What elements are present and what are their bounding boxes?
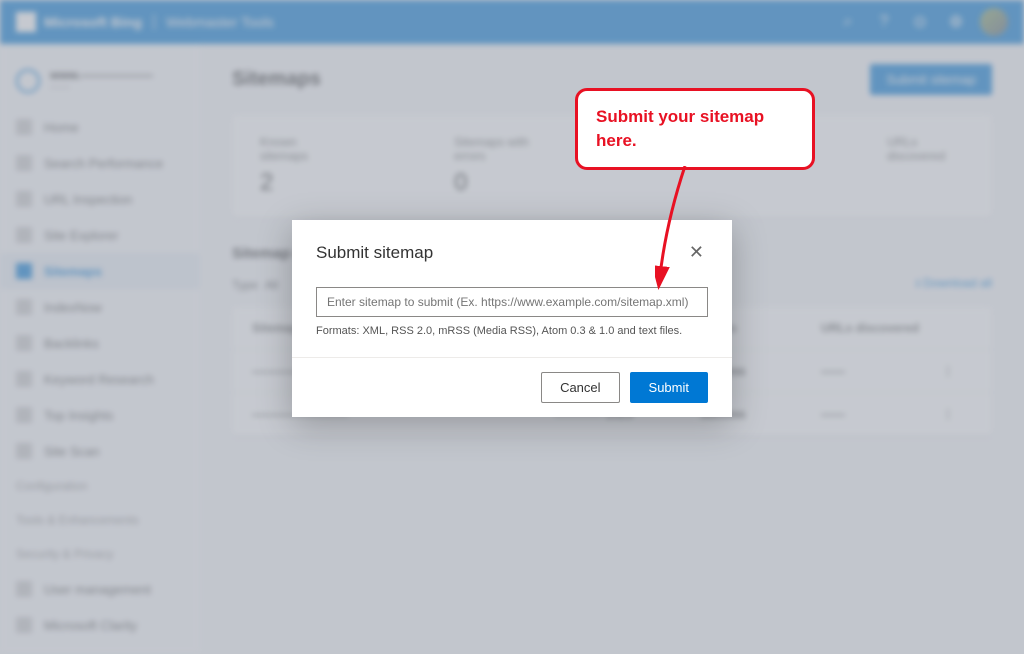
arrow-icon	[655, 166, 715, 296]
modal-title: Submit sitemap	[316, 243, 433, 263]
format-hint: Formats: XML, RSS 2.0, mRSS (Media RSS),…	[316, 325, 708, 337]
sitemap-url-input[interactable]	[316, 287, 708, 317]
modal-overlay: Submit sitemap ✕ Formats: XML, RSS 2.0, …	[0, 0, 1024, 654]
annotation-callout: Submit your sitemap here.	[575, 88, 815, 170]
callout-text: Submit your sitemap here.	[575, 88, 815, 170]
submit-button[interactable]: Submit	[630, 372, 708, 403]
cancel-button[interactable]: Cancel	[541, 372, 619, 403]
